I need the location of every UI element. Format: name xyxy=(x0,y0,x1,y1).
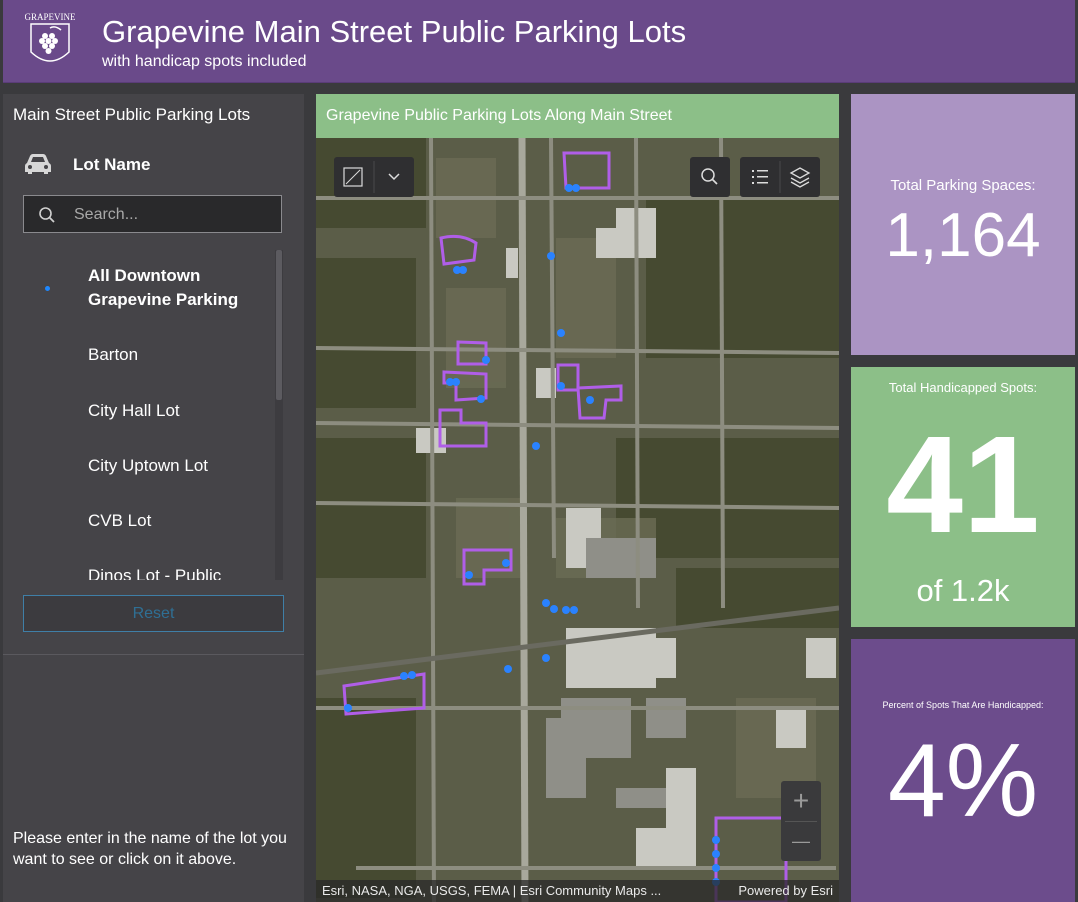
zoom-in-button[interactable]: + xyxy=(781,781,821,821)
panel-title: Main Street Public Parking Lots xyxy=(13,105,251,124)
layers-icon xyxy=(789,167,811,188)
total-spaces-card: Total Parking Spaces: 1,164 xyxy=(851,94,1075,355)
list-item-city-uptown-lot[interactable]: City Uptown Lot xyxy=(88,454,268,478)
list-item-city-hall-lot[interactable]: City Hall Lot xyxy=(88,399,268,423)
lot-list: All Downtown Grapevine Parking Barton Ci… xyxy=(3,250,275,580)
percent-value: 4% xyxy=(887,723,1039,839)
instructions-text: Please enter in the name of the lot you … xyxy=(13,830,287,868)
legend-icon xyxy=(752,170,768,184)
grapevine-logo: GRAPEVINE xyxy=(25,10,76,72)
map-panel: Grapevine Public Parking Lots Along Main… xyxy=(316,94,839,902)
search-icon xyxy=(38,206,56,224)
zoom-controls: + — xyxy=(781,781,821,861)
app-title: Grapevine Main Street Public Parking Lot… xyxy=(102,14,687,49)
satellite-map[interactable]: + — xyxy=(316,137,839,902)
map-title: Grapevine Public Parking Lots Along Main… xyxy=(326,107,672,124)
panel-divider xyxy=(3,654,304,655)
list-item-cvb-lot[interactable]: CVB Lot xyxy=(88,509,268,533)
total-spaces-label: Total Parking Spaces: xyxy=(890,177,1036,194)
zoom-out-button[interactable]: — xyxy=(781,821,821,861)
percent-label: Percent of Spots That Are Handicapped: xyxy=(882,700,1044,710)
search-input[interactable] xyxy=(72,196,276,234)
app-header: GRAPEVINE Grapevine Main Street Public P… xyxy=(3,0,1075,83)
search-box[interactable] xyxy=(23,195,282,234)
attribution-text[interactable]: Esri, NASA, NGA, USGS, FEMA | Esri Commu… xyxy=(322,880,661,902)
map-search-button[interactable] xyxy=(690,157,730,197)
map-tools-button-group[interactable] xyxy=(740,157,820,197)
handicapped-subtext: of 1.2k xyxy=(916,573,1010,608)
lot-name-field-label: Lot Name xyxy=(73,155,151,174)
handicapped-label: Total Handicapped Spots: xyxy=(888,380,1038,395)
handicapped-value: 41 xyxy=(886,408,1040,562)
lot-selector-panel: Main Street Public Parking Lots Lot Name… xyxy=(3,94,304,902)
basemap-toggle[interactable] xyxy=(334,157,414,197)
search-icon xyxy=(701,168,718,185)
svg-text:GRAPEVINE: GRAPEVINE xyxy=(25,12,75,22)
map-titlebar: Grapevine Public Parking Lots Along Main… xyxy=(316,94,839,138)
list-item-barton[interactable]: Barton xyxy=(88,343,268,367)
total-spaces-value: 1,164 xyxy=(885,201,1041,270)
app-subtitle: with handicap spots included xyxy=(102,53,307,70)
list-item-all-downtown[interactable]: All Downtown Grapevine Parking xyxy=(88,264,268,312)
reset-button[interactable]: Reset xyxy=(23,595,284,632)
map-attribution: Esri, NASA, NGA, USGS, FEMA | Esri Commu… xyxy=(316,880,839,902)
handicapped-card: Total Handicapped Spots: 41 of 1.2k xyxy=(851,367,1075,627)
powered-by-esri[interactable]: Powered by Esri xyxy=(738,880,833,902)
car-icon xyxy=(23,152,53,176)
list-scrollbar-thumb[interactable] xyxy=(276,250,282,400)
selected-indicator xyxy=(45,286,50,291)
percent-card: Percent of Spots That Are Handicapped: 4… xyxy=(851,639,1075,902)
list-item-dinos-lot[interactable]: Dinos Lot - Public xyxy=(88,564,268,580)
